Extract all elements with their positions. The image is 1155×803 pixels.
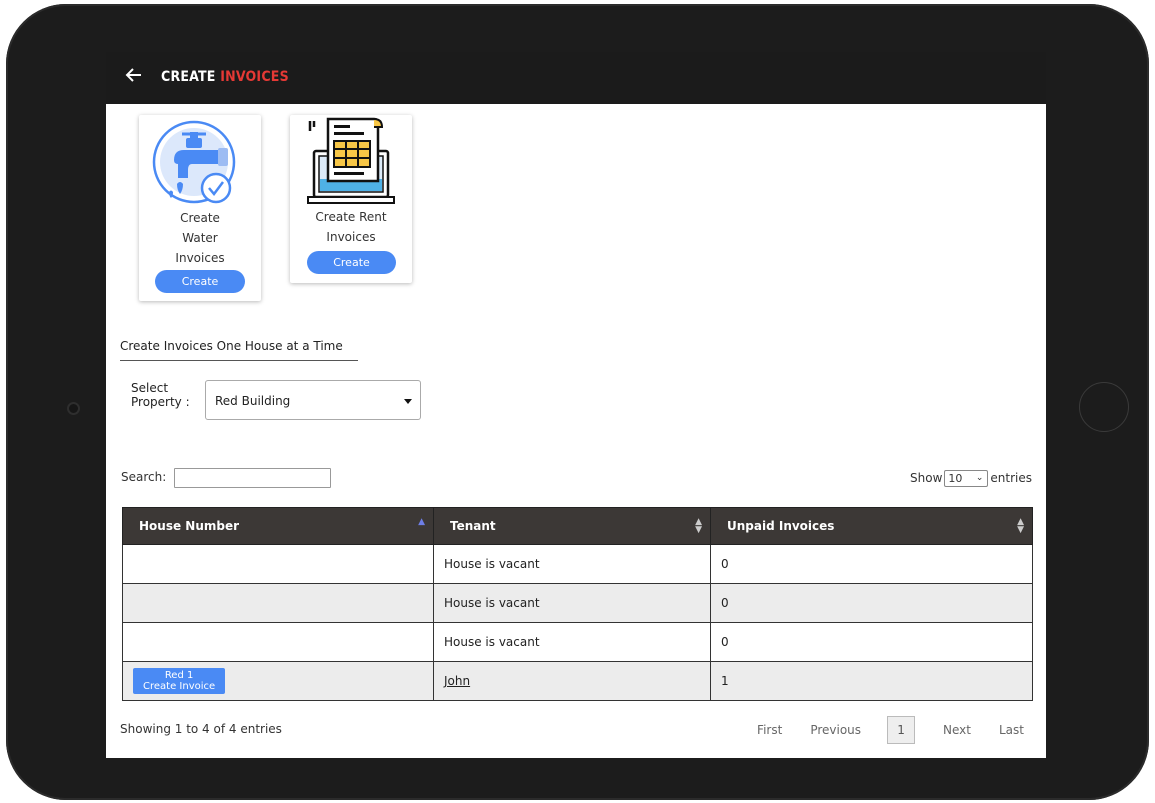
- card-label-line-1: Create: [180, 211, 220, 225]
- table-row: House is vacant 0: [122, 622, 1033, 662]
- water-invoice-card: Create Water Invoices Create: [139, 115, 261, 301]
- home-button: [1079, 382, 1129, 432]
- houses-table: House Number ▲ Tenant ▲ ▼ Unpaid Invoices…: [122, 507, 1033, 701]
- search-label: Search:: [121, 470, 167, 484]
- title-white: CREATE: [161, 69, 216, 85]
- cell-unpaid-invoices: 0: [710, 583, 1033, 623]
- cell-house-number: Red 1 Create Invoice: [122, 661, 434, 701]
- table-row: House is vacant 0: [122, 544, 1033, 584]
- property-select-value: Red Building: [215, 394, 291, 408]
- rent-invoice-icon: [306, 117, 396, 205]
- cell-house-number: [122, 544, 434, 584]
- card-label-line-2: Invoices: [326, 230, 376, 244]
- entries-control: Show 10 ⌄ entries: [910, 468, 1032, 488]
- camera-dot: [67, 402, 80, 415]
- cell-unpaid-invoices: 0: [710, 544, 1033, 584]
- select-property-label: Select Property :: [131, 381, 190, 409]
- create-invoice-label: Create Invoice: [143, 681, 216, 692]
- entries-select[interactable]: 10 ⌄: [944, 470, 989, 487]
- caret-down-icon: [404, 399, 412, 404]
- column-unpaid-invoices[interactable]: Unpaid Invoices ▲ ▼: [710, 507, 1033, 545]
- create-rent-invoices-button[interactable]: Create: [307, 251, 396, 274]
- page-title: CREATE INVOICES: [161, 69, 289, 85]
- card-label-line-2: Water: [182, 231, 218, 245]
- table-header-row: House Number ▲ Tenant ▲ ▼ Unpaid Invoices…: [122, 507, 1033, 545]
- card-label-line-1: Create Rent: [315, 210, 387, 224]
- table-row: Red 1 Create Invoice John 1: [122, 661, 1033, 701]
- column-label: Unpaid Invoices: [727, 519, 835, 533]
- house-number: Red 1: [164, 670, 194, 681]
- cell-tenant: House is vacant: [433, 544, 711, 584]
- sort-asc-icon: ▲: [418, 517, 425, 527]
- cell-unpaid-invoices: 0: [710, 622, 1033, 662]
- arrow-left-icon[interactable]: [124, 65, 146, 89]
- tenant-link[interactable]: John: [444, 674, 470, 688]
- rent-invoice-card: Create Rent Invoices Create: [290, 115, 412, 283]
- create-invoice-button[interactable]: Red 1 Create Invoice: [133, 668, 226, 694]
- column-tenant[interactable]: Tenant ▲ ▼: [433, 507, 711, 545]
- pager-current-page[interactable]: 1: [887, 716, 916, 744]
- cell-house-number: [122, 583, 434, 623]
- show-label: Show: [910, 471, 943, 485]
- create-water-invoices-button[interactable]: Create: [155, 270, 245, 293]
- search-input[interactable]: [174, 468, 331, 488]
- entries-label: entries: [990, 471, 1032, 485]
- sort-icon: ▲ ▼: [695, 517, 702, 535]
- column-label: House Number: [139, 519, 240, 533]
- cell-tenant: House is vacant: [433, 622, 711, 662]
- title-red: INVOICES: [220, 69, 289, 85]
- cell-tenant: John: [433, 661, 711, 701]
- column-house-number[interactable]: House Number ▲: [122, 507, 434, 545]
- water-tap-icon: [152, 120, 238, 206]
- cell-house-number: [122, 622, 434, 662]
- table-info: Showing 1 to 4 of 4 entries: [120, 722, 282, 736]
- pager-first[interactable]: First: [757, 723, 782, 737]
- cell-tenant: House is vacant: [433, 583, 711, 623]
- one-house-title: Create Invoices One House at a Time: [120, 339, 343, 353]
- card-label-line-3: Invoices: [175, 251, 225, 265]
- entries-select-value: 10: [948, 472, 963, 485]
- sort-icon: ▲ ▼: [1017, 517, 1024, 535]
- pager-next[interactable]: Next: [943, 723, 971, 737]
- chevron-down-icon: ⌄: [975, 473, 984, 483]
- pagination: First Previous 1 Next Last: [729, 716, 1024, 744]
- cell-unpaid-invoices: 1: [710, 661, 1033, 701]
- column-label: Tenant: [450, 519, 496, 533]
- property-select[interactable]: Red Building: [205, 380, 421, 420]
- top-bar: CREATE INVOICES: [106, 52, 1046, 104]
- select-label-line-2: Property :: [131, 395, 190, 409]
- app-screen: CREATE INVOICES Create Water Invoices Cr: [106, 52, 1046, 758]
- table-row: House is vacant 0: [122, 583, 1033, 623]
- select-label-line-1: Select: [131, 381, 169, 395]
- pager-last[interactable]: Last: [999, 723, 1024, 737]
- pager-previous[interactable]: Previous: [810, 723, 861, 737]
- section-divider: [120, 360, 358, 361]
